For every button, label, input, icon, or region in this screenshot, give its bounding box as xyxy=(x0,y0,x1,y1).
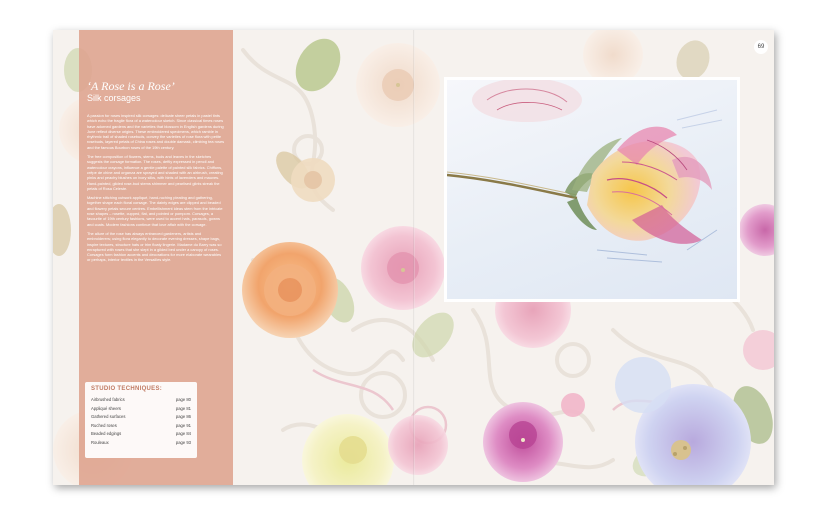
technique-page: page 91 xyxy=(175,422,191,428)
watercolour-rose-sketch-photo xyxy=(444,77,740,302)
technique-row: Gathered surfaces page 86 xyxy=(91,413,191,422)
book-spine xyxy=(413,30,415,485)
technique-name: Gathered surfaces xyxy=(91,414,126,420)
technique-page: page 86 xyxy=(175,414,191,420)
technique-page: page 93 xyxy=(175,439,191,445)
technique-name: Appliqué sheers xyxy=(91,405,122,411)
article-title: ‘A Rose is a Rose’ xyxy=(87,79,175,93)
article-body: A passion for roses inspired silk corsag… xyxy=(87,113,225,267)
technique-row: Appliqué sheers page 81 xyxy=(91,405,191,414)
studio-techniques-heading: STUDIO TECHNIQUES: xyxy=(91,386,163,392)
technique-row: Rouleaux page 93 xyxy=(91,439,191,448)
technique-name: Airbrushed fabrics xyxy=(91,397,125,402)
book-spread: 69 ‘A Rose is a Rose’ Silk corsages A pa… xyxy=(53,30,774,485)
article-paragraph: The free composition of flowers, stems, … xyxy=(87,154,223,191)
technique-row: Beaded edgings page 84 xyxy=(91,430,191,439)
technique-row: Airbrushed fabrics page 80 xyxy=(91,396,191,405)
article-text-panel: ‘A Rose is a Rose’ Silk corsages A passi… xyxy=(79,30,233,485)
article-paragraph: Machine stitching cutwork appliqué, hand… xyxy=(87,195,223,227)
technique-page: page 80 xyxy=(175,397,191,402)
article-paragraph: The allure of the rose has always entran… xyxy=(87,230,222,263)
technique-name: Ruched roses xyxy=(91,422,117,428)
technique-page: page 84 xyxy=(175,431,191,437)
studio-techniques-list: Airbrushed fabrics page 80 Appliqué shee… xyxy=(91,396,191,448)
technique-page: page 81 xyxy=(175,405,191,411)
article-subtitle: Silk corsages xyxy=(87,93,141,103)
technique-name: Beaded edgings xyxy=(91,431,122,437)
watercolour-rose-illustration xyxy=(447,80,723,263)
studio-techniques-box: STUDIO TECHNIQUES: Airbrushed fabrics pa… xyxy=(85,382,197,458)
technique-name: Rouleaux xyxy=(91,439,109,445)
technique-row: Ruched roses page 91 xyxy=(91,422,191,431)
article-paragraph: A passion for roses inspired silk corsag… xyxy=(87,113,225,150)
page-number: 69 xyxy=(754,40,768,54)
